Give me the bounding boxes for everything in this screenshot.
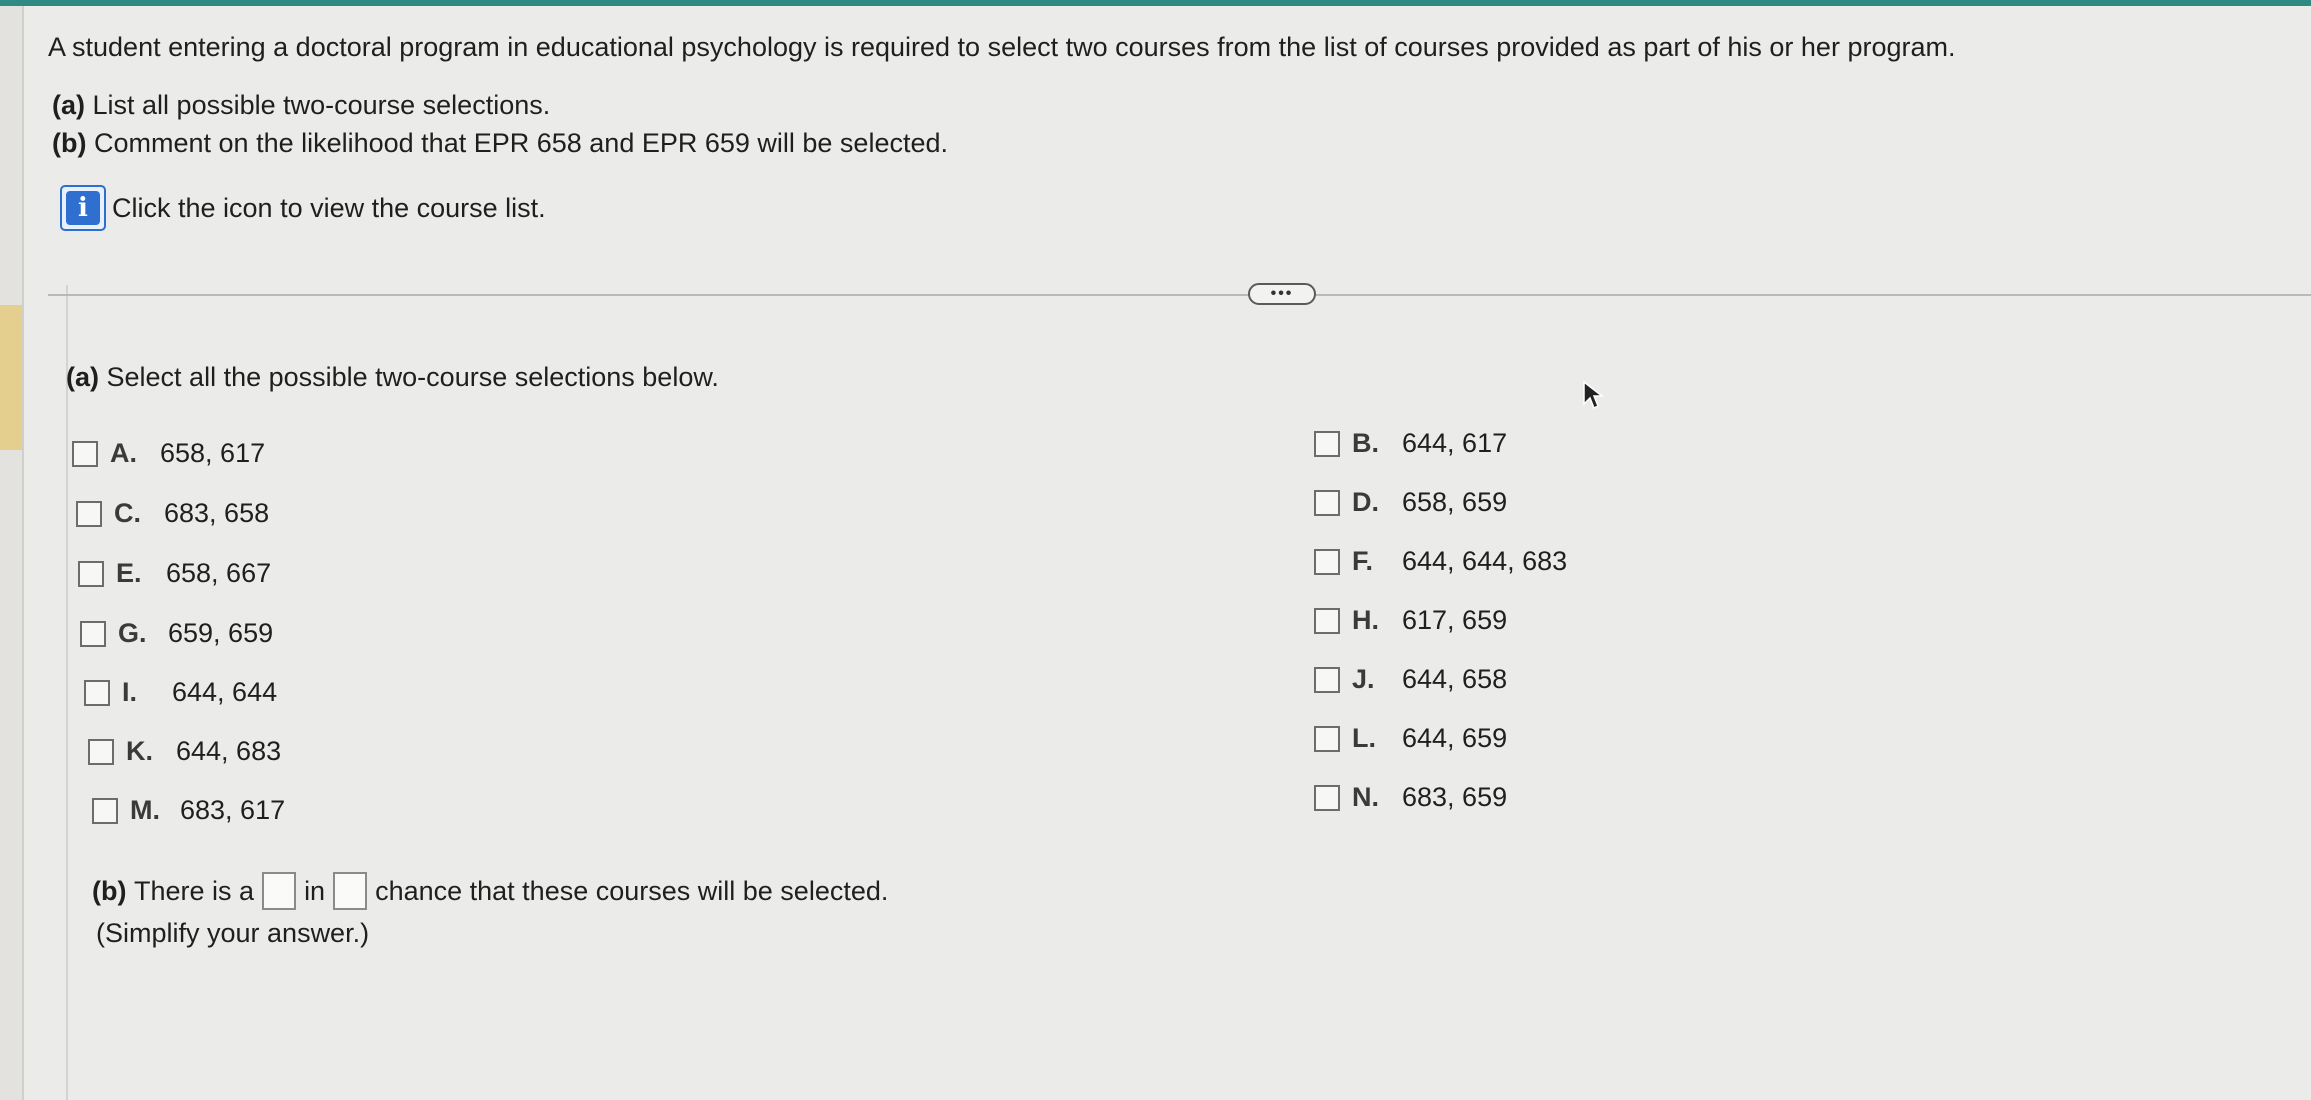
option-c[interactable]: C. 683, 658	[76, 498, 269, 529]
checkbox[interactable]	[1314, 430, 1340, 457]
option-h[interactable]: H. 617, 659	[1314, 605, 1507, 636]
option-d[interactable]: D. 658, 659	[1314, 487, 1507, 518]
option-j[interactable]: J. 644, 658	[1314, 664, 1507, 695]
part-b-sentence: (b) There is a in chance that these cour…	[92, 872, 888, 910]
numerator-input[interactable]	[262, 872, 297, 910]
more-dots-icon[interactable]: •••	[1248, 283, 1316, 305]
option-l[interactable]: L. 644, 659	[1314, 723, 1507, 754]
option-k[interactable]: K. 644, 683	[88, 736, 281, 767]
top-accent-bar	[0, 0, 2311, 6]
option-f[interactable]: F. 644, 644, 683	[1314, 546, 1567, 577]
checkbox[interactable]	[88, 738, 114, 765]
checkbox[interactable]	[72, 440, 98, 467]
denominator-input[interactable]	[333, 872, 368, 910]
option-a[interactable]: A. 658, 617	[72, 438, 265, 469]
checkbox[interactable]	[1314, 784, 1340, 811]
part-a-prompt: (a) Select all the possible two-course s…	[66, 362, 719, 392]
section-divider	[48, 294, 2311, 296]
question-part-b: (b) Comment on the likelihood that EPR 6…	[52, 128, 948, 158]
checkbox[interactable]	[1314, 489, 1340, 516]
checkbox[interactable]	[84, 679, 110, 706]
content-border	[66, 285, 68, 1100]
info-text: Click the icon to view the course list.	[112, 192, 546, 223]
checkbox[interactable]	[1314, 548, 1340, 575]
left-side-tab[interactable]	[0, 305, 22, 450]
checkbox[interactable]	[1314, 666, 1340, 693]
checkbox[interactable]	[92, 797, 118, 824]
info-icon[interactable]: i	[60, 185, 106, 231]
option-g[interactable]: G. 659, 659	[80, 618, 273, 649]
checkbox[interactable]	[1314, 607, 1340, 634]
checkbox[interactable]	[1314, 725, 1340, 752]
option-m[interactable]: M. 683, 617	[92, 795, 285, 826]
left-panel-edge	[0, 6, 24, 1100]
option-n[interactable]: N. 683, 659	[1314, 782, 1507, 813]
checkbox[interactable]	[80, 620, 106, 647]
option-b[interactable]: B. 644, 617	[1314, 428, 1507, 459]
course-list-info: i Click the icon to view the course list…	[60, 185, 546, 231]
option-i[interactable]: I. 644, 644	[84, 677, 277, 708]
question-parts: (a) List all possible two-course selecti…	[52, 86, 948, 162]
simplify-hint: (Simplify your answer.)	[96, 918, 370, 948]
question-intro: A student entering a doctoral program in…	[48, 32, 1956, 62]
option-e[interactable]: E. 658, 667	[78, 558, 271, 589]
question-part-a: (a) List all possible two-course selecti…	[52, 90, 551, 120]
checkbox[interactable]	[76, 500, 102, 527]
checkbox[interactable]	[78, 560, 104, 587]
